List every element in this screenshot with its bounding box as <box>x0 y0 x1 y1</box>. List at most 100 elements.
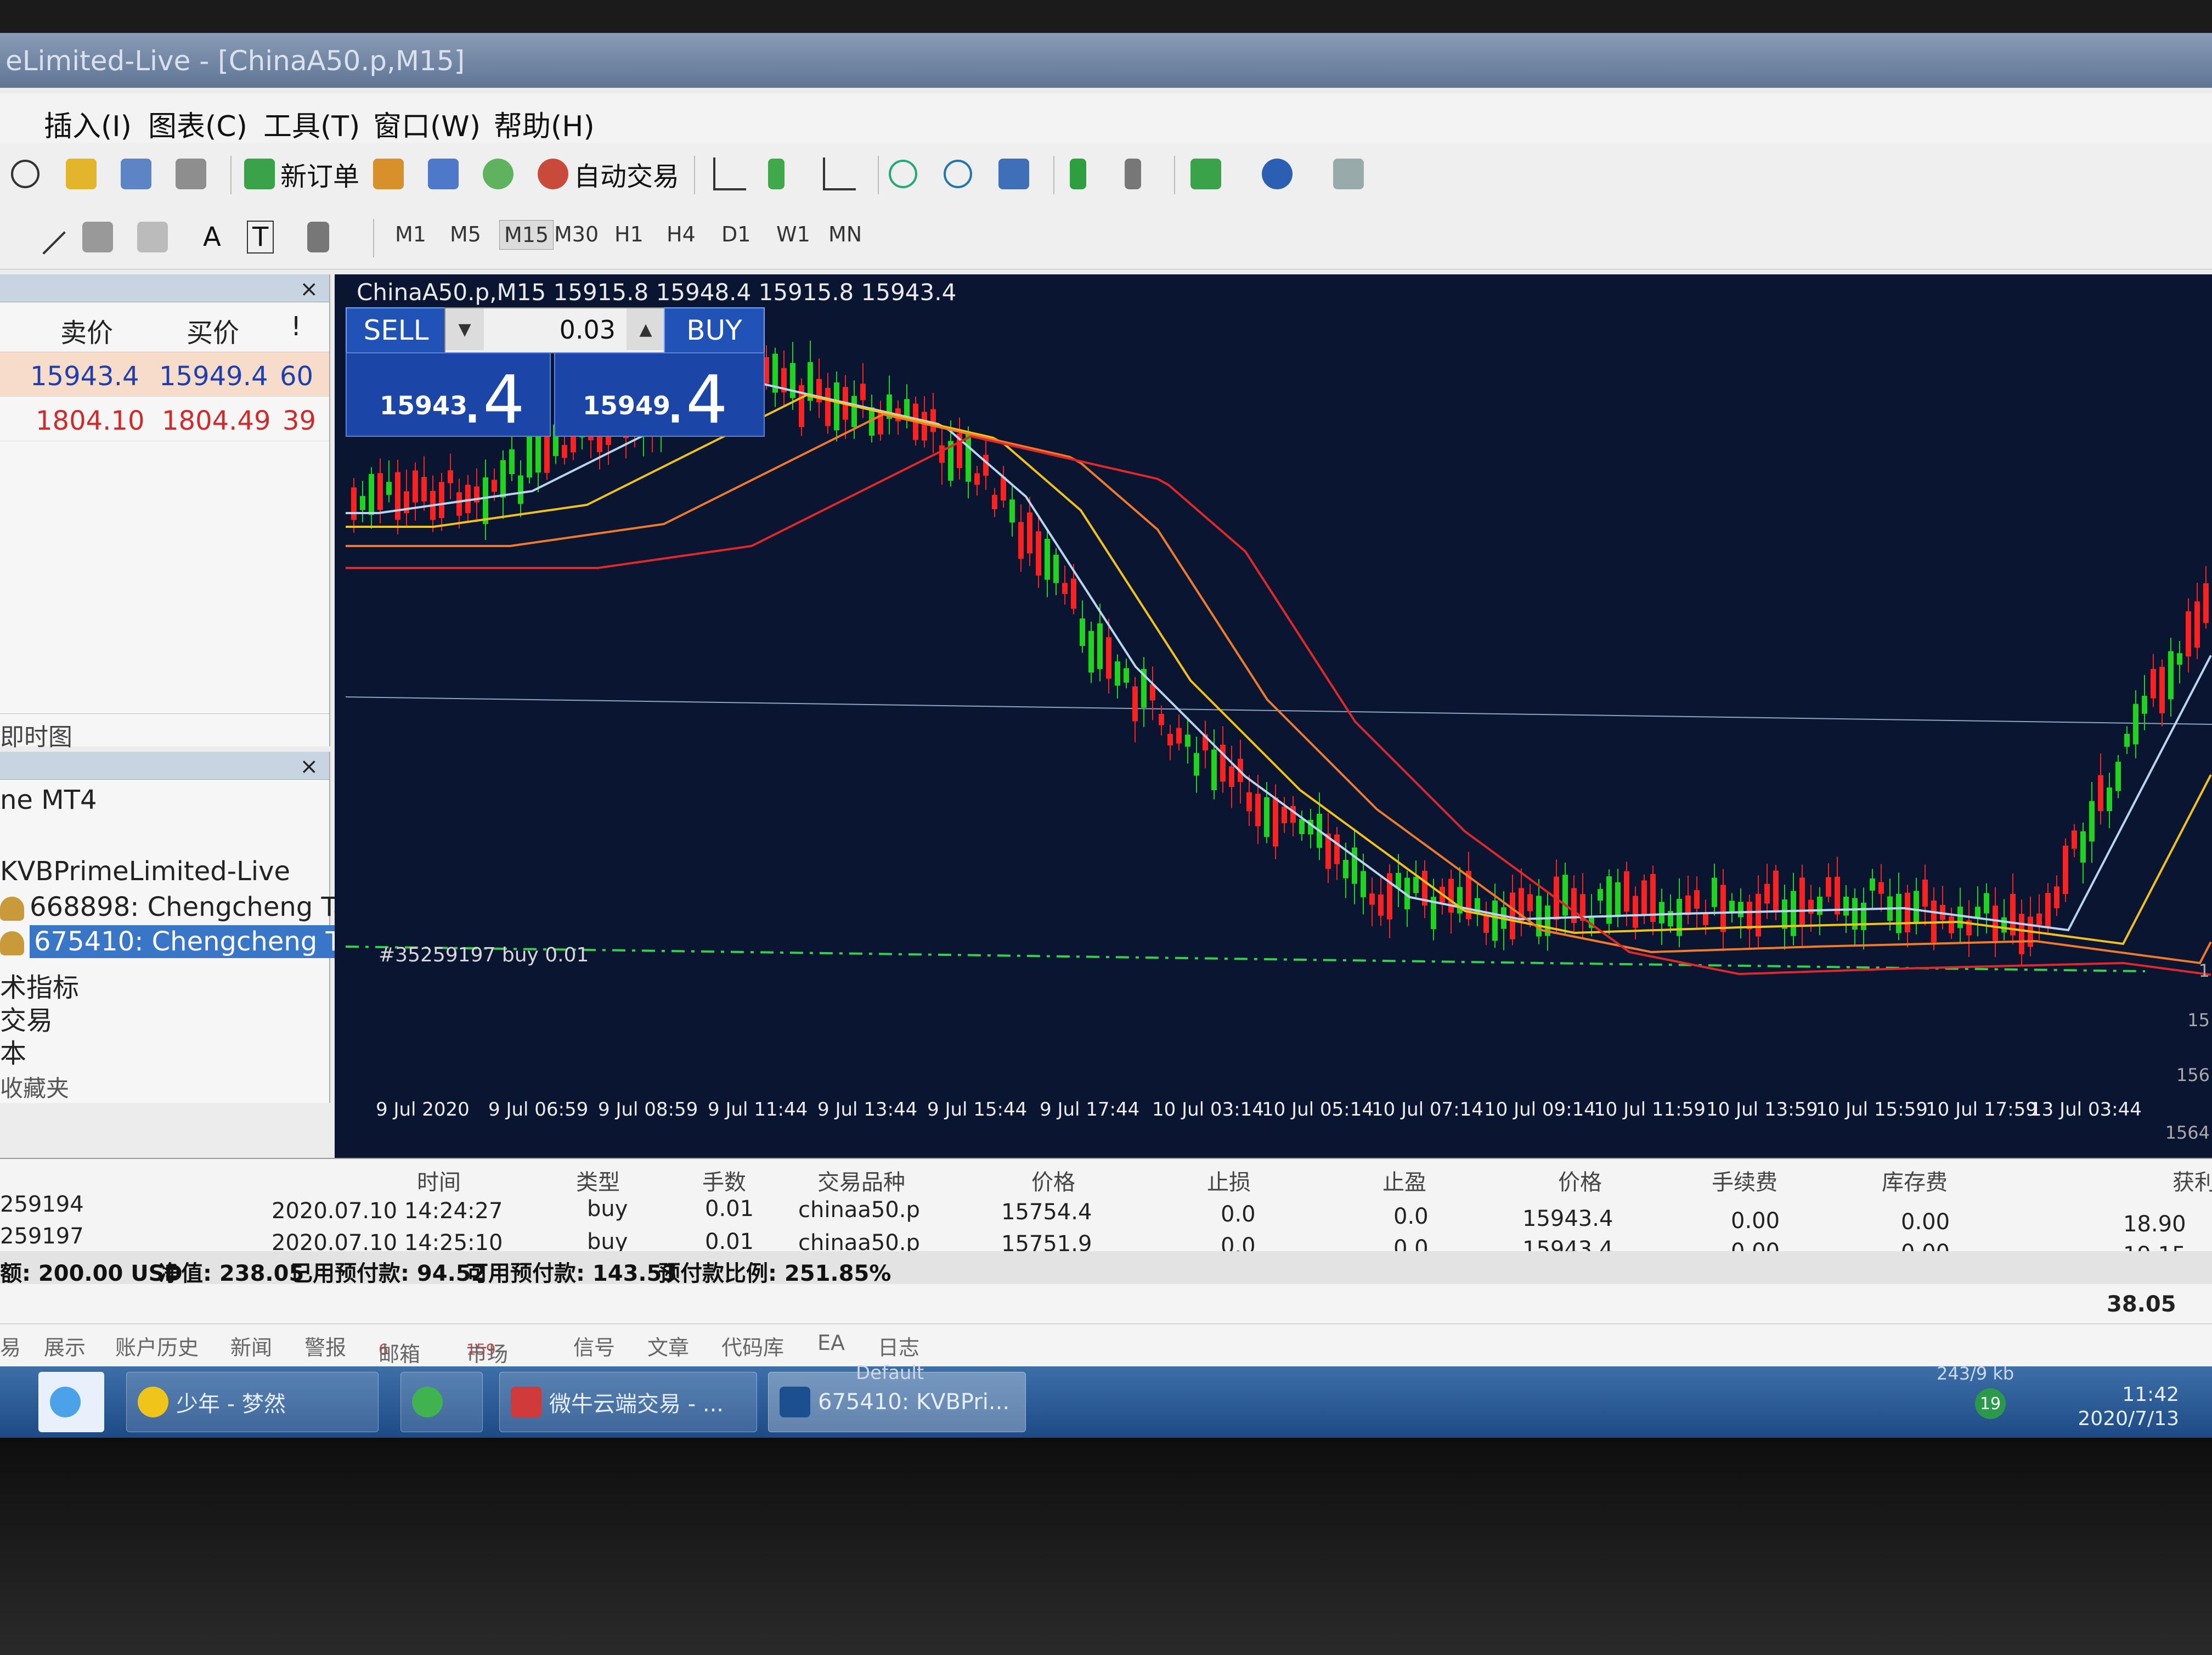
order-line-label[interactable]: #35259197 buy 0.01 <box>379 944 589 966</box>
sell-button[interactable]: SELL <box>346 307 447 353</box>
lot-increase-button[interactable]: ▲ <box>627 308 665 350</box>
line-chart-button[interactable] <box>823 156 856 192</box>
crosshair-button[interactable] <box>11 156 40 192</box>
candle-body <box>1641 880 1647 915</box>
tray-badge[interactable]: 19 <box>1975 1388 2006 1419</box>
tab-trade[interactable]: 易 <box>0 1331 21 1361</box>
one-click-trading-panel: SELL ▼ 0.03 ▲ BUY 15943 .4 15949 .4 <box>346 307 765 439</box>
tab-experts[interactable]: EA <box>817 1331 845 1355</box>
templates-button[interactable] <box>1333 156 1364 192</box>
menu-tools[interactable]: 工具(T) <box>263 103 360 144</box>
chart-title: ChinaA50.p,M15 15915.8 15948.4 15915.8 1… <box>357 279 957 306</box>
line-tool-button[interactable] <box>31 219 66 255</box>
tab-exposure[interactable]: 展示 <box>44 1331 86 1361</box>
tab-news[interactable]: 新闻 <box>230 1331 272 1361</box>
timeframe-m30[interactable]: M30 <box>554 222 599 246</box>
navigator-button[interactable] <box>121 156 151 192</box>
bar-chart-button[interactable] <box>713 156 746 192</box>
market-watch-columns: 卖价 买价 ! <box>0 302 329 352</box>
header-swap[interactable]: 库存费 <box>1882 1164 1948 1196</box>
new-order-button[interactable]: 新订单 <box>244 156 359 192</box>
market-button[interactable] <box>373 156 404 192</box>
tab-market[interactable]: 市场 159 <box>466 1331 508 1366</box>
menu-charts[interactable]: 图表(C) <box>148 103 247 144</box>
tab-account-history[interactable]: 账户历史 <box>115 1331 199 1361</box>
candle-body <box>2098 775 2103 812</box>
timeframe-w1[interactable]: W1 <box>776 222 810 246</box>
price-chart[interactable]: ChinaA50.p,M15 15915.8 15948.4 15915.8 1… <box>335 274 2212 1158</box>
signals-button[interactable] <box>428 156 459 192</box>
time-tick-label: 10 Jul 15:59 <box>1816 1099 1928 1121</box>
tab-favorites[interactable]: 收藏夹 <box>0 1070 69 1104</box>
bid-price: 1804.10 <box>36 406 145 436</box>
menu-window[interactable]: 窗口(W) <box>373 103 481 144</box>
timeframe-m5[interactable]: M5 <box>450 222 481 246</box>
buy-button[interactable]: BUY <box>664 307 765 353</box>
chart-shift-button[interactable] <box>1125 156 1141 192</box>
column-bid[interactable]: 卖价 <box>60 311 113 350</box>
timeframe-m1[interactable]: M1 <box>395 222 426 246</box>
header-take-profit[interactable]: 止盈 <box>1383 1164 1426 1196</box>
tab-signals[interactable]: 信号 <box>573 1331 615 1361</box>
market-watch-row[interactable]: 15943.4 15949.4 60 <box>0 352 329 397</box>
navigator-account-selected[interactable]: 675410: Chengcheng Tang <box>0 925 392 958</box>
text-tool-button[interactable]: A <box>203 219 221 255</box>
vps-button[interactable] <box>483 156 514 192</box>
header-time[interactable]: 时间 <box>417 1164 461 1196</box>
favorites-button[interactable] <box>66 156 97 192</box>
lot-decrease-button[interactable]: ▼ <box>445 308 484 350</box>
navigator-root[interactable]: ne MT4 <box>0 785 97 815</box>
tile-windows-button[interactable] <box>998 156 1029 192</box>
timeframe-mn[interactable]: MN <box>828 222 862 246</box>
header-lots[interactable]: 手数 <box>702 1164 746 1196</box>
periods-button[interactable] <box>1262 156 1293 192</box>
zoom-out-button[interactable] <box>944 156 972 192</box>
zoom-in-button[interactable] <box>889 156 917 192</box>
clock-icon <box>176 159 206 189</box>
taskbar-music[interactable]: 少年 - 梦然 <box>126 1372 379 1432</box>
taskbar-trading-app[interactable]: 微牛云端交易 - ... <box>499 1372 757 1432</box>
header-stop-loss[interactable]: 止损 <box>1207 1164 1251 1196</box>
tab-mailbox[interactable]: 邮箱 6 <box>379 1331 420 1366</box>
app-launcher-button[interactable] <box>38 1372 104 1432</box>
tab-journal[interactable]: 日志 <box>878 1331 919 1361</box>
lot-size-field[interactable]: ▼ 0.03 ▲ <box>444 307 666 353</box>
tab-alerts[interactable]: 警报 <box>304 1331 346 1361</box>
header-symbol[interactable]: 交易品种 <box>817 1164 905 1196</box>
autoscroll-button[interactable] <box>1070 156 1086 192</box>
indicators-button[interactable] <box>1190 156 1221 192</box>
arrows-tool-button[interactable] <box>307 219 329 255</box>
navigator-account[interactable]: 668898: Chengcheng Tang <box>0 892 382 922</box>
timeframe-d1[interactable]: D1 <box>721 222 751 246</box>
column-spread[interactable]: ! <box>291 311 301 342</box>
timeframe-h1[interactable]: H1 <box>614 222 644 246</box>
header-type[interactable]: 类型 <box>576 1164 620 1196</box>
taskbar-browser[interactable] <box>400 1372 483 1432</box>
channel-tool-button[interactable] <box>82 219 113 255</box>
auto-trading-button[interactable]: 自动交易 <box>538 156 679 192</box>
header-price[interactable]: 价格 <box>1558 1164 1602 1196</box>
timeframe-h4[interactable]: H4 <box>667 222 696 246</box>
market-watch-row[interactable]: 1804.10 1804.49 39 <box>0 397 329 441</box>
label-tool-button[interactable]: T <box>247 219 274 255</box>
navigator-scripts[interactable]: 本 <box>0 1032 26 1070</box>
tab-code-base[interactable]: 代码库 <box>721 1331 784 1361</box>
header-open-price[interactable]: 价格 <box>1031 1164 1075 1196</box>
menu-help[interactable]: 帮助(H) <box>494 103 595 144</box>
column-ask[interactable]: 买价 <box>187 311 239 350</box>
tab-tick-chart[interactable]: 即时图 <box>0 717 72 752</box>
close-icon[interactable]: × <box>300 277 318 302</box>
buy-price-box[interactable]: 15949 .4 <box>554 352 765 438</box>
sell-price-box[interactable]: 15943 .4 <box>346 352 551 438</box>
candle-chart-button[interactable] <box>768 156 785 192</box>
menu-insert[interactable]: 插入(I) <box>44 103 132 144</box>
strategy-tester-button[interactable] <box>176 156 206 192</box>
timeframe-m15[interactable]: M15 <box>499 220 554 250</box>
system-clock[interactable]: 11:42 2020/7/13 <box>2078 1383 2179 1431</box>
fibo-tool-button[interactable] <box>137 219 168 255</box>
header-commission[interactable]: 手续费 <box>1712 1164 1778 1196</box>
header-profit[interactable]: 获利 <box>2172 1164 2212 1196</box>
close-icon[interactable]: × <box>300 754 318 779</box>
tab-articles[interactable]: 文章 <box>647 1331 689 1361</box>
navigator-server[interactable]: KVBPrimeLimited-Live <box>0 856 290 887</box>
